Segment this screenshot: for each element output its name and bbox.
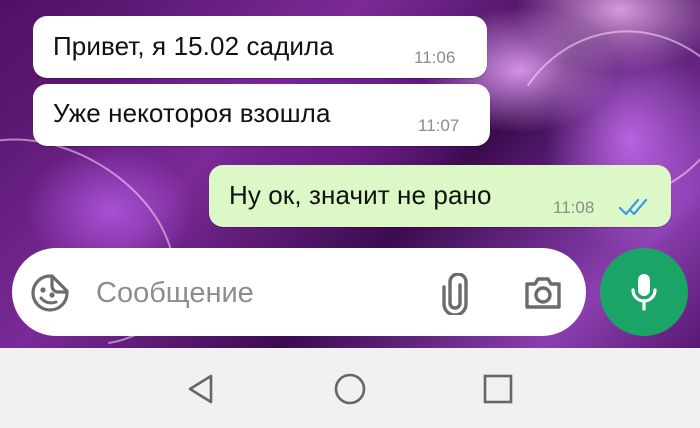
message-bubble-incoming[interactable]: Уже некотороя взошла 11:07	[33, 84, 490, 146]
message-time: 11:07	[418, 116, 460, 135]
message-composer	[12, 248, 586, 336]
message-time: 11:08	[553, 198, 595, 217]
message-text: Ну ок, значит не рано	[229, 180, 492, 210]
recents-square-icon[interactable]	[482, 373, 514, 405]
message-text: Привет, я 15.02 садила	[53, 31, 334, 61]
microphone-icon	[631, 274, 657, 311]
camera-icon[interactable]	[523, 275, 563, 311]
message-input[interactable]	[94, 268, 418, 318]
attach-paperclip-icon[interactable]	[440, 273, 470, 315]
message-bubble-outgoing[interactable]: Ну ок, значит не рано 11:08	[209, 165, 671, 227]
message-text: Уже некотороя взошла	[53, 98, 331, 128]
system-navigation-bar	[0, 348, 700, 428]
message-time: 11:06	[414, 48, 456, 67]
sticker-icon[interactable]	[29, 272, 71, 314]
message-bubble-incoming[interactable]: Привет, я 15.02 садила 11:06	[33, 16, 487, 78]
back-triangle-icon[interactable]	[184, 372, 218, 406]
voice-record-button[interactable]	[600, 248, 688, 336]
double-check-icon	[618, 198, 648, 216]
chat-background: Привет, я 15.02 садила 11:06 Уже некотор…	[0, 0, 700, 348]
home-circle-icon[interactable]	[333, 372, 367, 406]
